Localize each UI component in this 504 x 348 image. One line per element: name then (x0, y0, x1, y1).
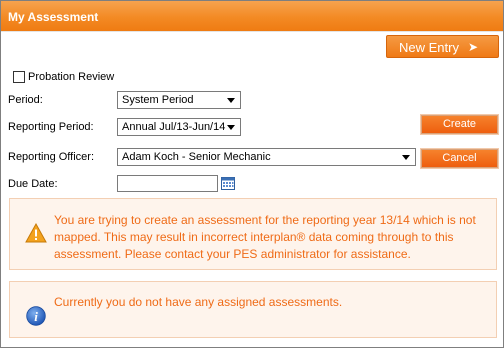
new-entry-label: New Entry (399, 40, 459, 55)
chevron-down-icon (227, 125, 235, 130)
create-button[interactable]: Create (420, 114, 499, 135)
new-entry-button[interactable]: New Entry ➤ (386, 35, 499, 58)
reporting-period-label: Reporting Period: (8, 121, 94, 133)
warning-line: assessment. Please contact your PES admi… (54, 247, 411, 261)
cancel-button[interactable]: Cancel (420, 148, 499, 169)
panel-header: My Assessment (1, 1, 503, 32)
arrow-right-icon: ➤ (468, 40, 479, 54)
probation-review-label: Probation Review (28, 71, 115, 83)
warning-text: You are trying to create an assessment f… (54, 212, 476, 263)
calendar-icon[interactable] (221, 176, 235, 190)
svg-text:i: i (34, 309, 38, 324)
panel-title: My Assessment (8, 10, 99, 24)
reporting-period-select[interactable]: Annual Jul/13-Jun/14 (117, 118, 241, 136)
chevron-down-icon (227, 98, 235, 103)
reporting-officer-label: Reporting Officer: (8, 151, 95, 163)
warning-message: You are trying to create an assessment f… (9, 198, 497, 270)
reporting-officer-select-value: Adam Koch - Senior Mechanic (122, 151, 271, 163)
warning-line: You are trying to create an assessment f… (54, 213, 476, 227)
period-select-value: System Period (122, 94, 194, 106)
warning-line: mapped. This may result in incorrect int… (54, 230, 454, 244)
due-date-label: Due Date: (8, 178, 58, 190)
reporting-period-select-value: Annual Jul/13-Jun/14 (122, 121, 226, 133)
due-date-input[interactable] (117, 175, 218, 192)
probation-review-checkbox[interactable] (13, 71, 25, 83)
my-assessment-panel: My Assessment New Entry ➤ Probation Revi… (0, 0, 504, 348)
period-label: Period: (8, 94, 43, 106)
info-message: i Currently you do not have any assigned… (9, 281, 497, 338)
info-text: Currently you do not have any assigned a… (54, 295, 343, 309)
chevron-down-icon (402, 155, 410, 160)
info-icon: i (26, 306, 46, 326)
period-select[interactable]: System Period (117, 91, 241, 109)
warning-icon (25, 223, 47, 243)
reporting-officer-select[interactable]: Adam Koch - Senior Mechanic (117, 148, 416, 166)
